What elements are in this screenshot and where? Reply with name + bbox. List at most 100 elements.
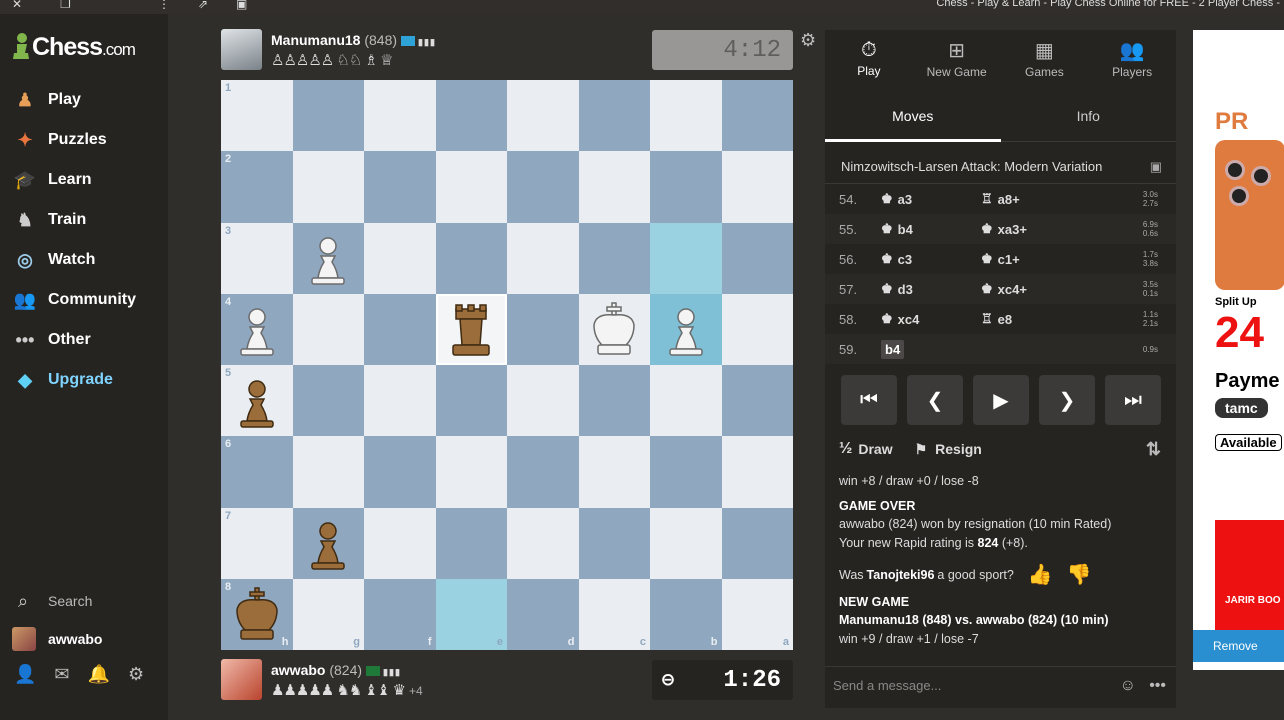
first-move-button[interactable]: ⏮ [841, 375, 897, 425]
board-square[interactable]: a [721, 578, 793, 650]
board-square[interactable] [650, 222, 722, 294]
board-square[interactable] [721, 151, 793, 223]
black-move[interactable]: ♖ a8+ [981, 191, 1081, 207]
player-name[interactable]: awwabo [271, 662, 325, 678]
board-square[interactable]: d [507, 578, 579, 650]
board-square[interactable] [650, 436, 722, 508]
board-square[interactable] [650, 365, 722, 437]
emoji-icon[interactable]: ☺ [1120, 667, 1136, 705]
white-move[interactable]: ♚ b4 [881, 221, 981, 237]
board-square[interactable] [507, 80, 579, 152]
white-move[interactable]: ♚ c3 [881, 251, 981, 267]
user-profile-link[interactable]: awwabo [0, 620, 168, 658]
board-square[interactable] [292, 365, 364, 437]
previous-move-button[interactable]: ❮ [907, 375, 963, 425]
last-move-button[interactable]: ⏭ [1105, 375, 1161, 425]
board-square[interactable] [364, 365, 436, 437]
tab-moves[interactable]: Moves [825, 98, 1001, 142]
play-button[interactable]: ▶ [973, 375, 1029, 425]
board-square[interactable] [578, 365, 650, 437]
nav-community[interactable]: 👥 Community [0, 280, 168, 320]
board-square[interactable] [292, 436, 364, 508]
white-king[interactable] [579, 294, 651, 365]
board-square[interactable] [292, 151, 364, 223]
black-pawn[interactable] [221, 365, 293, 436]
thumbs-up-icon[interactable]: 👍 [1028, 565, 1053, 584]
board-square[interactable]: 3 [221, 222, 293, 294]
board-square[interactable]: c [578, 578, 650, 650]
board-square[interactable] [578, 80, 650, 152]
book-icon[interactable]: ▣ [1150, 150, 1162, 184]
board-square[interactable] [435, 151, 507, 223]
extension-icon[interactable]: ⇗ [198, 0, 208, 11]
board-square[interactable] [578, 151, 650, 223]
white-pawn[interactable] [650, 294, 722, 365]
board-square[interactable]: g [292, 578, 364, 650]
board-square[interactable] [721, 293, 793, 365]
tab-info[interactable]: Info [1000, 98, 1176, 142]
white-move[interactable]: b4 [881, 339, 981, 359]
nav-upgrade[interactable]: ◆ Upgrade [0, 360, 168, 400]
black-move[interactable]: ♚ xa3+ [981, 221, 1081, 237]
mail-icon[interactable]: ✉ [54, 664, 69, 685]
board-square[interactable] [364, 222, 436, 294]
close-icon[interactable]: ✕ [12, 0, 22, 11]
board-square[interactable] [507, 293, 579, 365]
board-square[interactable]: e [435, 578, 507, 650]
board-square[interactable] [507, 365, 579, 437]
player-name[interactable]: Manumanu18 [271, 32, 360, 48]
board-square[interactable]: 1 [221, 80, 293, 152]
resign-button[interactable]: Resign [935, 441, 982, 457]
board-square[interactable] [650, 151, 722, 223]
board-square[interactable]: f [364, 578, 436, 650]
more-options-icon[interactable]: ••• [1149, 667, 1166, 705]
board-square[interactable]: 7 [221, 507, 293, 579]
board-square[interactable] [435, 80, 507, 152]
board-square[interactable] [507, 436, 579, 508]
nav-puzzles[interactable]: ✦ Puzzles [0, 120, 168, 160]
remove-ads-button[interactable]: Remove [1193, 630, 1284, 662]
board-square[interactable] [292, 80, 364, 152]
board-square[interactable] [721, 365, 793, 437]
settings-icon[interactable]: ⚙ [128, 664, 144, 685]
avatar[interactable] [221, 659, 262, 700]
draw-button[interactable]: Draw [858, 441, 892, 457]
board-square[interactable] [364, 293, 436, 365]
board-square[interactable] [435, 436, 507, 508]
board-square[interactable] [292, 293, 364, 365]
black-move[interactable]: ♚ c1+ [981, 251, 1081, 267]
board-square[interactable] [507, 151, 579, 223]
message-input[interactable]: Send a message... ☺ ••• [825, 666, 1176, 706]
nav-train[interactable]: ♞ Train [0, 200, 168, 240]
board-square[interactable] [578, 507, 650, 579]
board-settings-icon[interactable]: ⚙ [800, 30, 816, 51]
board-square[interactable] [721, 80, 793, 152]
search-button[interactable]: ⌕ Search [0, 582, 168, 620]
board-square[interactable] [435, 365, 507, 437]
board-square[interactable] [578, 436, 650, 508]
chess-board[interactable]: 12345678hgfedcba [221, 80, 793, 650]
board-square[interactable] [364, 436, 436, 508]
board-square[interactable] [364, 151, 436, 223]
nav-play[interactable]: ♟ Play [0, 80, 168, 120]
black-rook[interactable] [436, 294, 508, 365]
chess-logo[interactable]: Chess.com [12, 30, 136, 64]
menu-dots-icon[interactable]: ⋮ [158, 0, 170, 11]
white-pawn[interactable] [221, 294, 293, 365]
black-pawn[interactable] [293, 508, 365, 579]
bell-icon[interactable]: 🔔 [88, 664, 110, 685]
board-square[interactable] [435, 507, 507, 579]
thumbs-down-icon[interactable]: 👎 [1067, 565, 1092, 584]
white-move[interactable]: ♚ d3 [881, 281, 981, 297]
board-square[interactable]: b [650, 578, 722, 650]
nav-watch[interactable]: ◎ Watch [0, 240, 168, 280]
tab-games[interactable]: ▦ Games [1001, 30, 1089, 86]
next-move-button[interactable]: ❯ [1039, 375, 1095, 425]
board-square[interactable] [364, 80, 436, 152]
board-square[interactable] [507, 507, 579, 579]
copy-icon[interactable]: ❐ [60, 0, 71, 11]
board-square[interactable] [507, 222, 579, 294]
board-square[interactable] [721, 507, 793, 579]
board-square[interactable] [364, 507, 436, 579]
white-pawn[interactable] [293, 223, 365, 294]
